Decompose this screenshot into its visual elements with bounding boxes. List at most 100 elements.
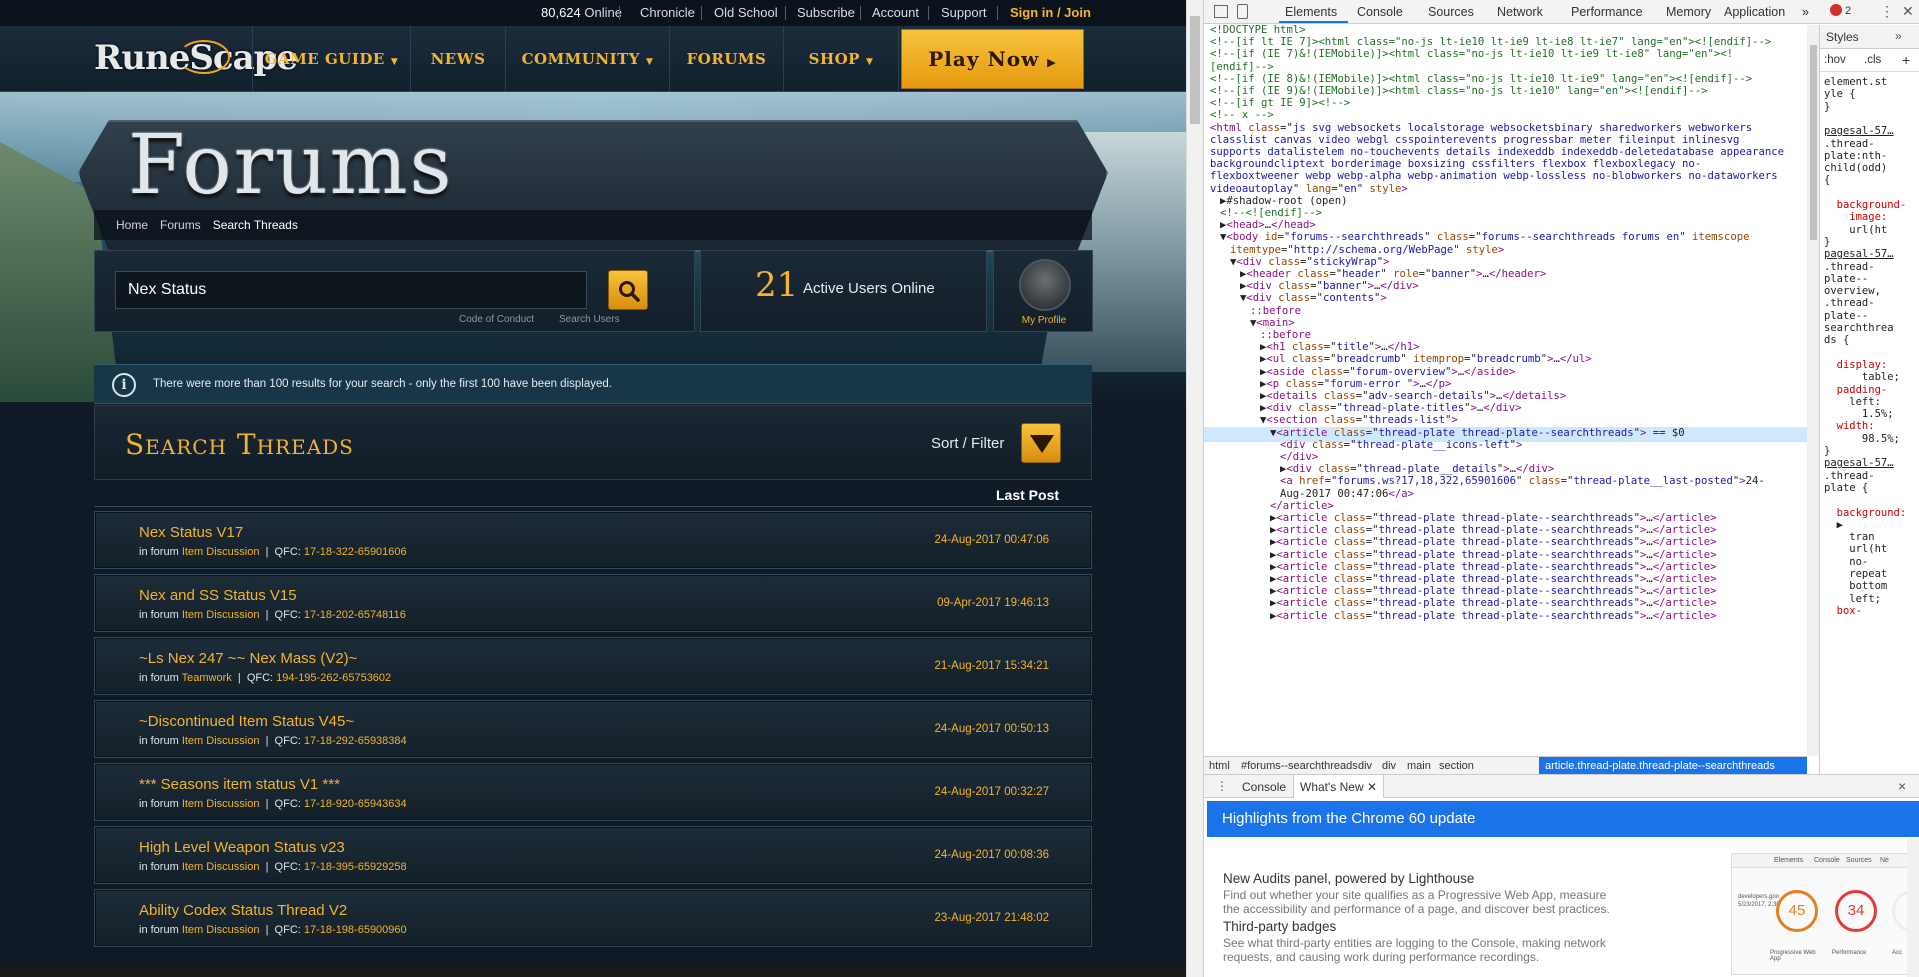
last-post-header: Last Post xyxy=(996,487,1060,503)
runescape-logo[interactable]: RuneScape xyxy=(88,34,298,82)
last-post-date[interactable]: 24-Aug-2017 00:32:27 xyxy=(935,786,1049,798)
close-drawer-icon[interactable]: × xyxy=(1898,778,1906,794)
device-toolbar-icon[interactable] xyxy=(1237,4,1248,19)
nav-news[interactable]: News xyxy=(410,26,505,92)
crumb-div[interactable]: div xyxy=(1382,760,1396,772)
audits-preview-image: Elements Console Sources Ne developers.g… xyxy=(1731,853,1919,975)
last-post-date[interactable]: 09-Apr-2017 19:46:13 xyxy=(937,597,1049,609)
thread-title[interactable]: ~Ls Nex 247 ~~ Nex Mass (V2)~ xyxy=(139,650,357,667)
search-users-link[interactable]: Search Users xyxy=(559,314,620,325)
drawer-tab-whats-new[interactable]: What's New ✕ xyxy=(1293,775,1385,798)
class-toggle-button[interactable]: .cls xyxy=(1864,54,1881,66)
thread-row[interactable]: Nex Status V17 in forum Item Discussion |… xyxy=(94,511,1092,569)
link-chronicle[interactable]: Chronicle xyxy=(640,5,695,20)
crumb-body[interactable]: #forums--searchthreads xyxy=(1241,760,1358,772)
thread-title[interactable]: Ability Codex Status Thread V2 xyxy=(139,902,347,919)
elements-scrollbar[interactable] xyxy=(1807,25,1819,756)
link-support[interactable]: Support xyxy=(941,5,987,20)
last-post-date[interactable]: 21-Aug-2017 15:34:21 xyxy=(935,660,1049,672)
page-bottom-strip xyxy=(0,966,1186,977)
news-item-title[interactable]: New Audits panel, powered by Lighthouse xyxy=(1223,871,1474,886)
qfc-label: QFC: xyxy=(274,735,301,747)
forum-link[interactable]: Item Discussion xyxy=(182,735,260,747)
thread-row[interactable]: ~Ls Nex 247 ~~ Nex Mass (V2)~ in forum Te… xyxy=(94,637,1092,695)
nav-community[interactable]: Community ▼ xyxy=(505,26,669,92)
close-icon[interactable]: ✕ xyxy=(1367,780,1377,794)
link-subscribe[interactable]: Subscribe xyxy=(797,5,855,20)
my-profile-link[interactable]: My Profile xyxy=(994,315,1094,326)
drawer-menu-icon[interactable]: ⋮ xyxy=(1216,779,1228,793)
thread-row[interactable]: Ability Codex Status Thread V2 in forum I… xyxy=(94,889,1092,947)
chevron-down-icon: ▼ xyxy=(390,57,399,67)
nav-shop[interactable]: Shop ▼ xyxy=(783,26,899,92)
search-input[interactable] xyxy=(115,271,587,309)
thread-title[interactable]: High Level Weapon Status v23 xyxy=(139,839,345,856)
thread-title[interactable]: Nex Status V17 xyxy=(139,524,243,541)
inspect-element-icon[interactable] xyxy=(1214,5,1228,18)
scrollbar-thumb[interactable] xyxy=(1810,45,1817,240)
link-account[interactable]: Account xyxy=(872,5,919,20)
breadcrumb-home[interactable]: Home xyxy=(116,218,148,232)
avatar[interactable] xyxy=(1019,259,1071,311)
forum-link[interactable]: Item Discussion xyxy=(182,861,260,873)
error-icon[interactable] xyxy=(1830,4,1842,16)
code-of-conduct-link[interactable]: Code of Conduct xyxy=(459,314,534,325)
dom-node-line[interactable]: ▶<article class="thread-plate thread-pla… xyxy=(1270,609,1717,624)
drawer-scrollbar[interactable] xyxy=(1907,839,1919,977)
tab-performance[interactable]: Performance xyxy=(1571,5,1643,19)
nav-forums[interactable]: Forums xyxy=(669,26,783,92)
forum-link[interactable]: Item Discussion xyxy=(182,798,260,810)
drawer-tab-console[interactable]: Console xyxy=(1242,780,1286,794)
search-button[interactable] xyxy=(608,270,648,310)
more-tabs-button[interactable]: » xyxy=(1802,5,1809,19)
news-item-title[interactable]: Third-party badges xyxy=(1223,919,1336,934)
crumb-article[interactable]: article.thread-plate.thread-plate--searc… xyxy=(1545,760,1775,772)
forum-link[interactable]: Item Discussion xyxy=(182,924,260,936)
tab-styles[interactable]: Styles xyxy=(1826,30,1859,44)
profile-panel[interactable]: My Profile xyxy=(993,250,1093,332)
thread-row[interactable]: *** Seasons item status V1 *** in forum I… xyxy=(94,763,1092,821)
thread-row[interactable]: High Level Weapon Status v23 in forum Ite… xyxy=(94,826,1092,884)
last-post-date[interactable]: 24-Aug-2017 00:47:06 xyxy=(935,534,1049,546)
crumb-section[interactable]: section xyxy=(1439,760,1474,772)
tab-network[interactable]: Network xyxy=(1497,5,1543,19)
error-count[interactable]: 2 xyxy=(1845,5,1851,17)
in-forum-label: in forum xyxy=(139,861,179,873)
thread-title[interactable]: ~Discontinued Item Status V45~ xyxy=(139,713,354,730)
sort-filter-button[interactable] xyxy=(1021,423,1061,463)
crumb-div[interactable]: div xyxy=(1358,760,1372,772)
nav-game-guide[interactable]: Game Guide ▼ xyxy=(252,26,410,92)
more-options-icon[interactable]: ⋮ xyxy=(1880,3,1894,20)
last-post-date[interactable]: 23-Aug-2017 21:48:02 xyxy=(935,912,1049,924)
more-tabs-button[interactable]: » xyxy=(1895,29,1902,43)
divider xyxy=(860,6,861,20)
tab-console[interactable]: Console xyxy=(1357,5,1403,19)
tab-memory[interactable]: Memory xyxy=(1666,5,1711,19)
signin-link[interactable]: Sign in / Join xyxy=(1010,5,1091,20)
crumb-main[interactable]: main xyxy=(1407,760,1431,772)
close-icon[interactable]: ✕ xyxy=(1902,3,1914,20)
thread-row[interactable]: Nex and SS Status V15 in forum Item Discu… xyxy=(94,574,1092,632)
forum-link[interactable]: Item Discussion xyxy=(182,546,260,558)
page-scrollbar[interactable] xyxy=(1186,0,1203,977)
add-rule-button[interactable]: + xyxy=(1902,52,1910,68)
thread-title[interactable]: Nex and SS Status V15 xyxy=(139,587,297,604)
link-old-school[interactable]: Old School xyxy=(714,5,778,20)
forum-link[interactable]: Item Discussion xyxy=(182,609,260,621)
breadcrumb-forums[interactable]: Forums xyxy=(160,218,201,232)
forum-link[interactable]: Teamwork xyxy=(182,672,232,684)
thread-row[interactable]: ~Discontinued Item Status V45~ in forum I… xyxy=(94,700,1092,758)
last-post-date[interactable]: 24-Aug-2017 00:08:36 xyxy=(935,849,1049,861)
tab-sources[interactable]: Sources xyxy=(1428,5,1474,19)
thread-title[interactable]: *** Seasons item status V1 *** xyxy=(139,776,340,793)
play-now-button[interactable]: Play Now ▶ xyxy=(901,29,1084,89)
last-post-date[interactable]: 24-Aug-2017 00:50:13 xyxy=(935,723,1049,735)
style-line: plate { xyxy=(1824,481,1869,494)
crumb-html[interactable]: html xyxy=(1209,760,1230,772)
style-line: child(odd) xyxy=(1824,162,1888,175)
hover-state-button[interactable]: :hov xyxy=(1824,54,1846,66)
tab-application[interactable]: Application xyxy=(1724,5,1785,19)
dom-node-line[interactable]: <!--[if (IE 7)&!(IEMobile)]><html class=… xyxy=(1210,47,1733,62)
scrollbar-thumb[interactable] xyxy=(1190,16,1200,124)
tab-elements[interactable]: Elements xyxy=(1285,5,1337,19)
